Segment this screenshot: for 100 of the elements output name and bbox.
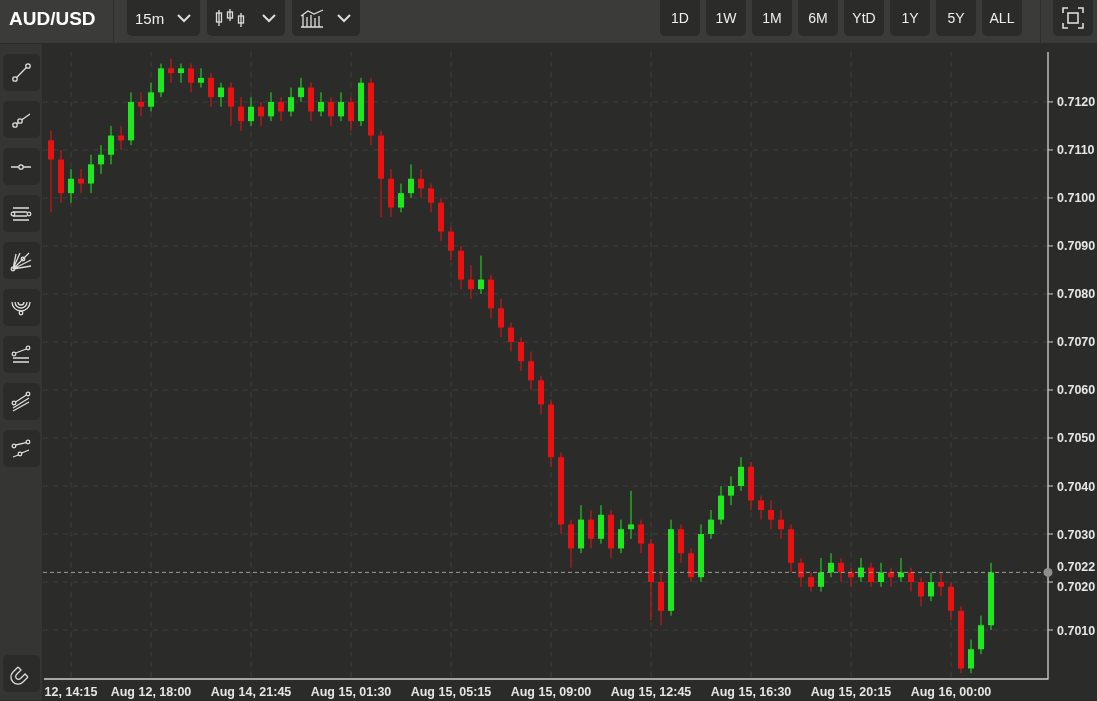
candlestick [188,63,194,93]
candlestick [408,163,414,199]
drawing-tool-button[interactable] [2,289,40,326]
drawing-tool-button[interactable] [2,383,40,420]
pitchfork-tool-icon [10,343,32,366]
time-label: Aug 15, 05:15 [410,685,492,699]
chart-type-dropdown[interactable] [207,0,286,36]
candlestick [968,639,974,674]
candlestick [68,168,74,204]
candlestick [78,168,84,194]
time-label: 12, 14:15 [44,685,98,699]
candlestick [398,183,404,213]
range-button[interactable]: 6M [798,0,838,36]
candlestick [778,509,784,540]
price-label: 0.7050 [1057,431,1096,446]
candlestick [848,567,854,588]
candlestick [868,562,874,588]
price-label: 0.7090 [1057,239,1096,254]
candlestick [348,96,354,132]
time-label: Aug 15, 01:30 [310,685,392,699]
candlestick [288,87,294,117]
measure-tool-icon [10,437,32,460]
candlestick [268,91,274,122]
bar-chart-icon [300,8,325,28]
price-label: 0.7080 [1057,287,1096,302]
range-button[interactable]: 1M [752,0,792,36]
price-label: 0.7030 [1057,527,1096,542]
indicators-dropdown[interactable] [292,0,361,36]
range-button[interactable]: 1Y [890,0,930,36]
candlestick [478,255,484,295]
range-button[interactable]: YtD [844,0,884,36]
candlestick [508,322,514,353]
candlestick [258,101,264,127]
candlestick [728,475,734,506]
candlestick [498,298,504,338]
candlestick [898,557,904,583]
time-label: Aug 15, 20:15 [810,685,892,699]
range-button[interactable]: 5Y [936,0,976,36]
candlestick [768,499,774,530]
candlestick [108,125,114,165]
candlestick [88,154,94,194]
candlestick [828,552,834,578]
line-tool-icon [10,61,32,84]
candlestick [908,567,914,593]
candlestick [98,144,104,175]
candlestick [238,96,244,132]
candlestick [178,63,184,84]
symbol-title: AUD/USD [8,7,97,30]
candlestick [218,82,224,108]
time-label: Aug 15, 16:30 [710,685,792,699]
candlestick [738,456,744,492]
candlestick [138,91,144,117]
time-label: Aug 16, 00:00 [910,685,992,699]
price-label: 0.7100 [1057,191,1096,206]
candlestick [638,519,644,554]
price-marker [1043,567,1053,577]
candlestick [808,571,814,593]
candlestick [48,130,54,213]
range-button[interactable]: 1W [706,0,746,36]
drawing-tool-button[interactable] [2,336,40,373]
candlestick [878,562,884,588]
candlestick [428,183,434,213]
candlestick [318,91,324,117]
drawing-tool-button[interactable] [2,148,40,185]
candlestick [628,490,634,540]
candlestick [588,509,594,549]
candlestick [618,519,624,554]
candlestick [758,495,764,521]
drawing-tool-button[interactable] [2,54,40,91]
price-label: 0.7110 [1057,143,1095,158]
drawing-tool-button[interactable] [2,195,40,232]
price-label: 0.7070 [1057,335,1096,350]
candlestick [598,504,604,545]
candlestick [468,264,474,300]
candlestick [168,58,174,84]
candlestick [418,168,424,199]
price-label: 0.7060 [1057,383,1096,398]
candlestick [248,96,254,127]
drawing-tool-button[interactable] [2,430,40,467]
interval-dropdown[interactable]: 15m [127,0,201,36]
candlestick [528,351,534,391]
time-label: Aug 15, 12:45 [610,685,692,699]
drawing-tool-button[interactable] [2,242,40,279]
candlestick [518,336,524,372]
fullscreen-icon [1062,7,1084,29]
candlestick [448,226,454,261]
candlestick [718,485,724,525]
candlestick [838,557,844,583]
fullscreen-button[interactable] [1053,0,1093,36]
candlestick [938,571,944,597]
chevron-down-icon [176,13,193,23]
horizontal-line-icon [10,162,32,171]
current-price-label: 0.7022 [1057,560,1096,575]
candlestick [148,82,154,113]
drawing-tool-button[interactable] [2,101,40,138]
magnet-button[interactable] [2,655,40,692]
range-button[interactable]: 1D [660,0,700,36]
chevron-down-icon [261,13,278,23]
range-button[interactable]: ALL [982,0,1022,36]
candlestick [338,91,344,122]
